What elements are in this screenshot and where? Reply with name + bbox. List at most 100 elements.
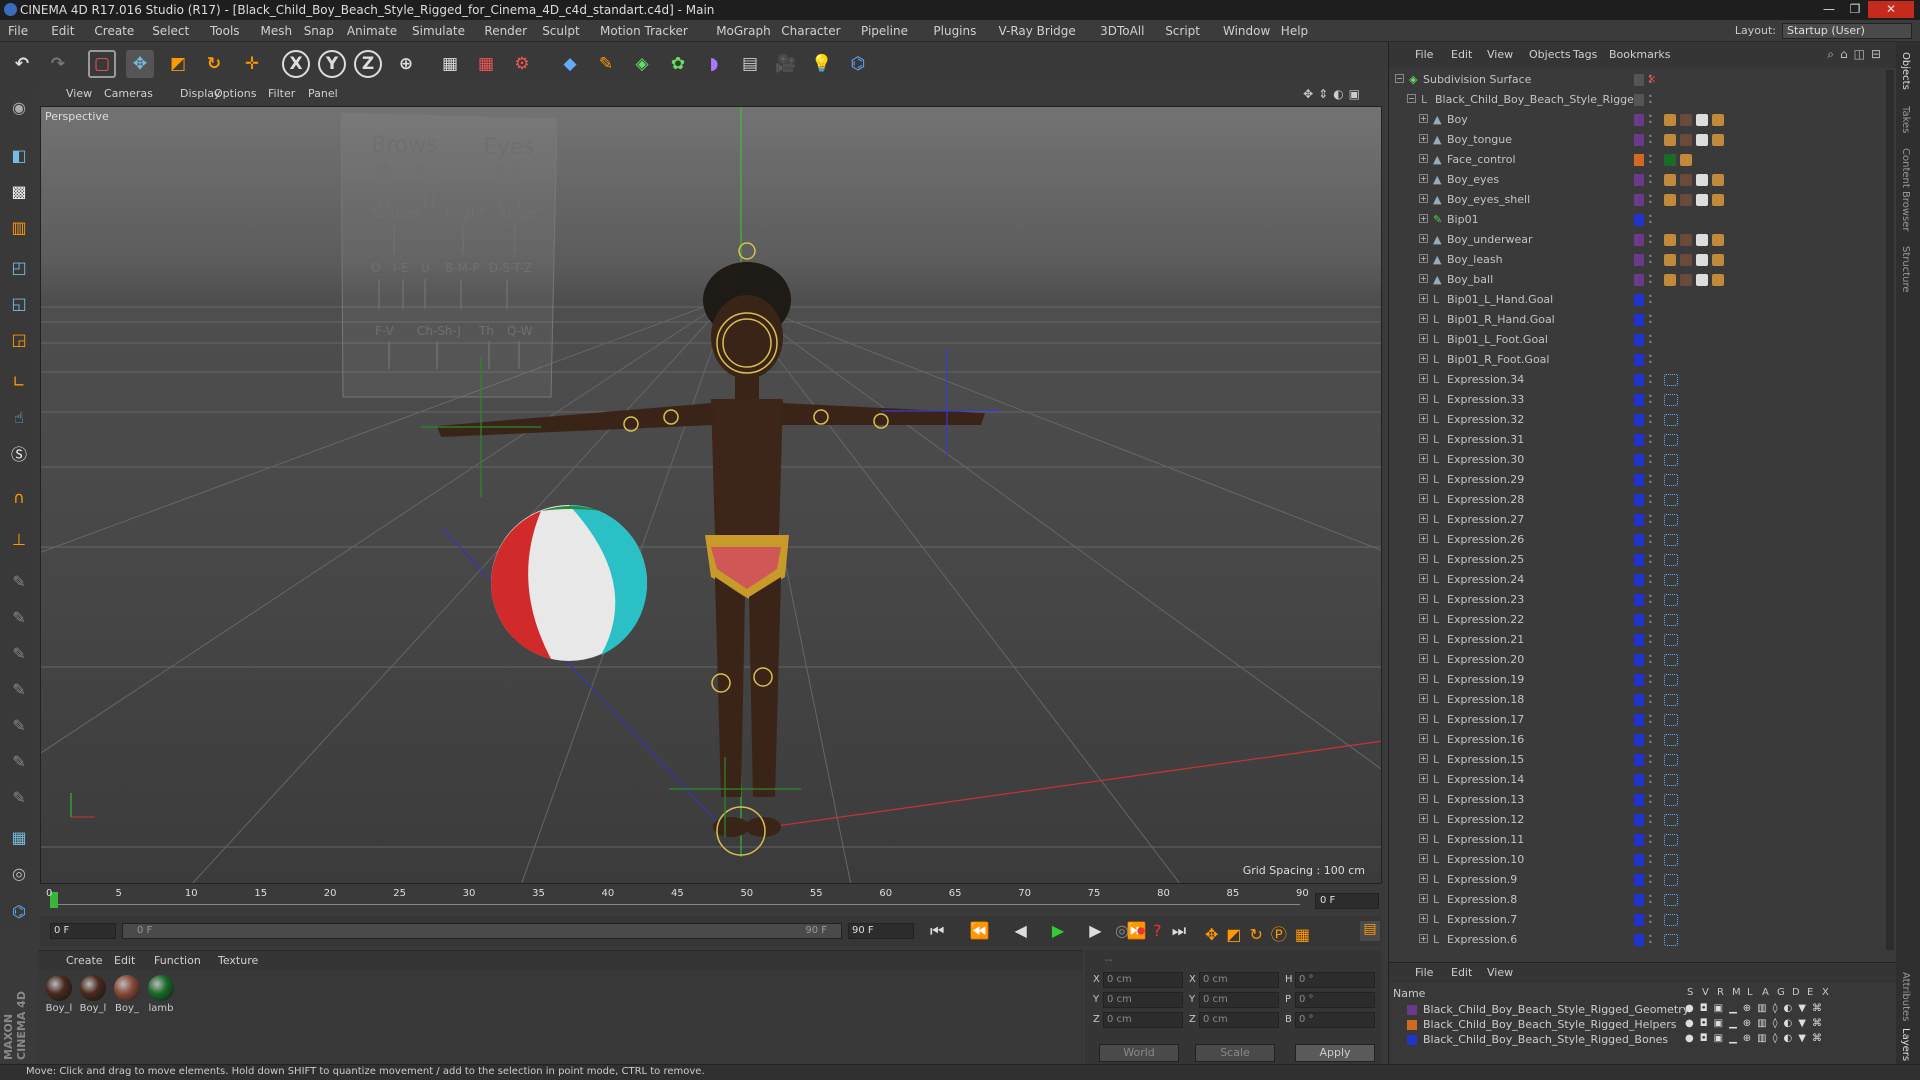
object-name[interactable]: Expression.19: [1447, 673, 1524, 686]
menu-item[interactable]: Plugins: [933, 24, 976, 38]
visibility-dots-icon[interactable]: • •: [1648, 473, 1654, 487]
layer-color-swatch[interactable]: [1634, 814, 1644, 826]
snap-icon[interactable]: Ⓢ: [4, 438, 34, 468]
layer-row[interactable]: Black_Child_Boy_Beach_Style_Rigged_Helpe…: [1389, 1018, 1897, 1033]
object-name[interactable]: Boy: [1447, 113, 1468, 126]
expand-icon[interactable]: +: [1419, 534, 1428, 543]
menu-item[interactable]: Select: [152, 24, 189, 38]
timeline-tick-label[interactable]: 70: [1018, 888, 1031, 899]
xpresso-tag-icon[interactable]: [1664, 874, 1678, 886]
object-row[interactable]: + L Expression.28 • •: [1389, 490, 1887, 510]
object-row[interactable]: + L Expression.6 • •: [1389, 930, 1887, 950]
object-name[interactable]: Expression.17: [1447, 713, 1524, 726]
object-tag-icon[interactable]: [1696, 254, 1708, 266]
object-row[interactable]: + L Expression.13 • •: [1389, 790, 1887, 810]
visibility-dots-icon[interactable]: • •: [1648, 453, 1654, 467]
object-menu-item[interactable]: Bookmarks: [1609, 48, 1670, 61]
visibility-dots-icon[interactable]: • •: [1648, 793, 1654, 807]
viewport-menu-item[interactable]: View: [66, 87, 92, 100]
material-name[interactable]: Boy_l: [44, 1003, 74, 1014]
visibility-dots-icon[interactable]: • •: [1648, 773, 1654, 787]
visibility-dots-icon[interactable]: • •: [1648, 813, 1654, 827]
sculpt-smooth-icon[interactable]: ✎: [4, 638, 34, 668]
magnet-icon[interactable]: ∩: [4, 482, 34, 512]
xpresso-tag-icon[interactable]: [1664, 914, 1678, 926]
null-icon[interactable]: L: [1433, 513, 1445, 527]
object-row[interactable]: + L Expression.14 • •: [1389, 770, 1887, 790]
keyframe-controls[interactable]: ◎⏺?: [1115, 921, 1169, 941]
object-name[interactable]: Bip01_R_Hand.Goal: [1447, 313, 1555, 326]
render-picture-viewer-icon[interactable]: ▦: [472, 50, 500, 78]
object-tag-icon[interactable]: [1712, 174, 1724, 186]
size-mode-dropdown[interactable]: Scale: [1195, 1044, 1275, 1062]
visibility-dots-icon[interactable]: • •: [1648, 313, 1654, 327]
object-tag-icon[interactable]: [1696, 134, 1708, 146]
visibility-dots-icon[interactable]: • •: [1648, 113, 1654, 127]
object-row[interactable]: + L Expression.22 • •: [1389, 610, 1887, 630]
layout-selector[interactable]: Layout: Startup (User): [1735, 23, 1912, 39]
expand-icon[interactable]: +: [1419, 314, 1428, 323]
position-x-field[interactable]: 0 cm: [1103, 972, 1183, 988]
sculpt-inflate-icon[interactable]: ✎: [4, 674, 34, 704]
object-tag-icon[interactable]: [1664, 234, 1676, 246]
null-icon[interactable]: L: [1433, 693, 1445, 707]
object-row[interactable]: − ◈ Subdivision Surface • • ✕: [1389, 70, 1887, 90]
object-row[interactable]: + L Bip01_R_Foot.Goal • •: [1389, 350, 1887, 370]
layer-color-swatch[interactable]: [1634, 374, 1644, 386]
xpresso-tag-icon[interactable]: [1664, 934, 1678, 946]
deformer-icon[interactable]: ◗: [700, 50, 728, 78]
null-icon[interactable]: L: [1433, 373, 1445, 387]
visibility-dots-icon[interactable]: • •: [1648, 853, 1654, 867]
null-icon[interactable]: L: [1433, 433, 1445, 447]
layer-column-header[interactable]: G: [1777, 987, 1785, 998]
layer-color-swatch[interactable]: [1634, 414, 1644, 426]
object-name[interactable]: Expression.26: [1447, 533, 1524, 546]
object-menu-item[interactable]: View: [1487, 48, 1513, 61]
layer-row[interactable]: Black_Child_Boy_Beach_Style_Rigged_Bones…: [1389, 1033, 1897, 1048]
null-icon[interactable]: L: [1433, 633, 1445, 647]
xpresso-tag-icon[interactable]: [1664, 574, 1678, 586]
expand-icon[interactable]: +: [1419, 654, 1428, 663]
object-name[interactable]: Expression.6: [1447, 933, 1517, 946]
null-icon[interactable]: L: [1433, 333, 1445, 347]
expand-icon[interactable]: −: [1395, 74, 1404, 83]
xpresso-tag-icon[interactable]: [1664, 674, 1678, 686]
layer-column-header[interactable]: M: [1732, 987, 1741, 998]
null-icon[interactable]: L: [1433, 913, 1445, 927]
object-row[interactable]: + ✎ Bip01 • •: [1389, 210, 1887, 230]
timeline-tick-label[interactable]: 45: [671, 888, 684, 899]
expand-icon[interactable]: +: [1419, 454, 1428, 463]
size-z-field[interactable]: 0 cm: [1199, 1012, 1279, 1028]
polygons-mode-icon[interactable]: ◲: [4, 324, 34, 354]
xpresso-tag-icon[interactable]: [1664, 374, 1678, 386]
visibility-dots-icon[interactable]: • •: [1648, 413, 1654, 427]
object-tag-icon[interactable]: [1680, 254, 1692, 266]
material-swatch[interactable]: Boy_l: [78, 975, 108, 1014]
timeline-tick-label[interactable]: 80: [1157, 888, 1170, 899]
layer-color-swatch[interactable]: [1634, 314, 1644, 326]
object-name[interactable]: Bip01: [1447, 213, 1479, 226]
object-name[interactable]: Expression.30: [1447, 453, 1524, 466]
object-tag-icon[interactable]: [1664, 114, 1676, 126]
points-mode-icon[interactable]: ◰: [4, 252, 34, 282]
null-icon[interactable]: L: [1433, 413, 1445, 427]
object-scrollbar[interactable]: [1886, 70, 1894, 950]
xpresso-tag-icon[interactable]: [1664, 794, 1678, 806]
expand-icon[interactable]: +: [1419, 734, 1428, 743]
visibility-dots-icon[interactable]: • •: [1648, 373, 1654, 387]
object-row[interactable]: + L Expression.25 • •: [1389, 550, 1887, 570]
object-name[interactable]: Boy_ball: [1447, 273, 1493, 286]
object-name[interactable]: Expression.9: [1447, 873, 1517, 886]
null-icon[interactable]: L: [1433, 713, 1445, 727]
expand-icon[interactable]: −: [1407, 94, 1416, 103]
material-preview-ball[interactable]: [46, 975, 72, 1001]
object-row[interactable]: + L Expression.26 • •: [1389, 530, 1887, 550]
null-icon[interactable]: L: [1433, 813, 1445, 827]
layer-column-header[interactable]: A: [1762, 987, 1769, 998]
object-row[interactable]: + L Expression.34 • •: [1389, 370, 1887, 390]
object-row[interactable]: + L Expression.9 • •: [1389, 870, 1887, 890]
visibility-dots-icon[interactable]: • •: [1648, 213, 1654, 227]
null-icon[interactable]: L: [1433, 613, 1445, 627]
xpresso-tag-icon[interactable]: [1664, 774, 1678, 786]
sculpt-pull-icon[interactable]: ✎: [4, 602, 34, 632]
